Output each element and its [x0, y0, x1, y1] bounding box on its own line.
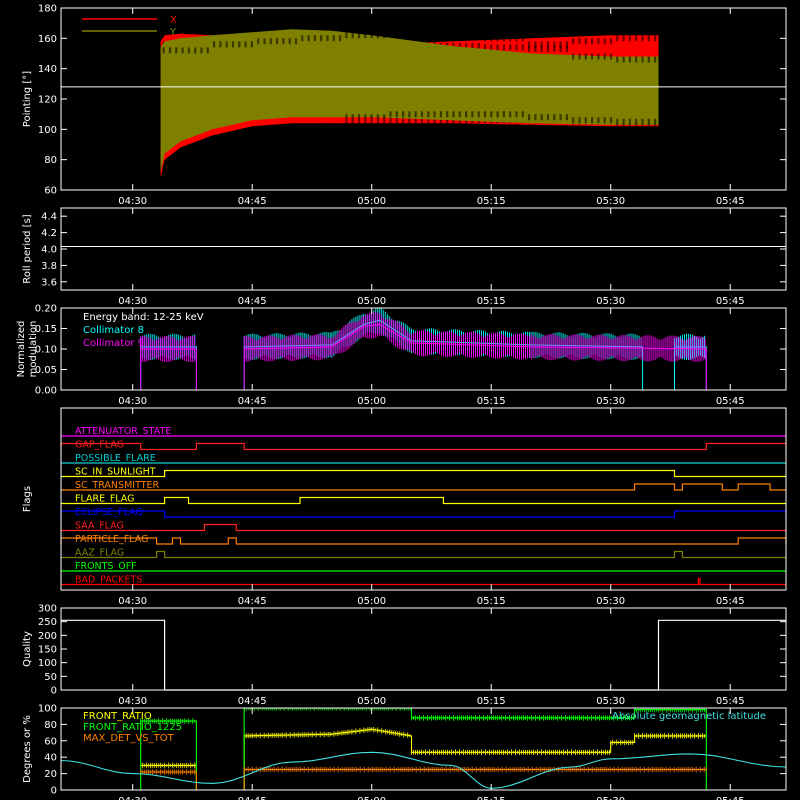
- panel-ratios-ytick-label: 60: [44, 736, 57, 747]
- flag-label-gap-flag: GAP_FLAG: [75, 440, 124, 451]
- panel-flags-xtick-label: 04:45: [238, 596, 267, 607]
- figure: XY 04:30 04:45 05:00 05:15 05:30 05:45 60 80 100 1…: [0, 0, 800, 800]
- panel-pointing-xtick-label: 05:45: [716, 196, 745, 207]
- panel-flags-xtick-label: 05:30: [596, 596, 625, 607]
- flag-label-saa-flag: SAA_FLAG: [75, 521, 124, 532]
- flag-label-sc-transmitter: SC_TRANSMITTER: [75, 480, 160, 491]
- panel-modulation-xtick-label: 04:30: [118, 396, 147, 407]
- panel-pointing-ytick-label: 180: [38, 4, 57, 15]
- panel-flags-ylabel: Flags: [22, 486, 33, 512]
- panel-quality-ytick-label: 0: [51, 686, 57, 697]
- panel-roll-xtick-label: 05:30: [596, 296, 625, 307]
- panel-roll-xtick-label: 04:45: [238, 296, 267, 307]
- panel-pointing-ytick-label: 120: [38, 95, 57, 106]
- flag-label-particle-flag: PARTICLE_FLAG: [75, 534, 148, 545]
- panel-pointing-ytick-label: 160: [38, 34, 57, 45]
- panel-modulation-xtick-label: 05:00: [357, 396, 386, 407]
- panel-modulation-ytick-label: 0.00: [35, 386, 57, 397]
- panel-flags-xtick-label: 05:15: [477, 596, 506, 607]
- panel-pointing-ytick-label: 140: [38, 64, 57, 75]
- flag-label-aaz-flag: AAZ_FLAG: [75, 548, 124, 559]
- legend-label-x: X: [170, 15, 177, 26]
- panel-quality-ylabel: Quality: [22, 631, 33, 667]
- panel-ratios-xtick-label: 05:00: [357, 796, 386, 800]
- flag-label-bad-packets: BAD_PACKETS: [75, 575, 142, 586]
- panel-roll-ytick-label: 4.4: [41, 212, 57, 223]
- panel-ratios-xtick-label: 05:30: [596, 796, 625, 800]
- panel-quality-xtick-label: 04:30: [118, 696, 147, 707]
- panel-modulation-xtick-label: 05:45: [716, 396, 745, 407]
- panel-modulation-xtick-label: 04:45: [238, 396, 267, 407]
- panel-pointing-ytick-label: 100: [38, 125, 57, 136]
- ratio-legend-front-ratio-1225: FRONT_RATIO_1225: [83, 722, 182, 733]
- legend-label-y: Y: [169, 27, 177, 38]
- panel-modulation-ytick-label: 0.20: [35, 304, 57, 315]
- flag-label-flare-flag: FLARE_FLAG: [75, 494, 135, 505]
- modulation-legend-energy-band: Energy band: 12-25 keV: [83, 312, 204, 323]
- panel-pointing-xtick-label: 04:30: [118, 196, 147, 207]
- panel-modulation-xtick-label: 05:30: [596, 396, 625, 407]
- panel-pointing-xtick-label: 05:30: [596, 196, 625, 207]
- panel-ratios-ytick-label: 80: [44, 720, 57, 731]
- panel-ratios-ylabel: Degrees or %: [22, 715, 33, 783]
- panel-quality-xtick-label: 05:15: [477, 696, 506, 707]
- panel-flags-xtick-label: 04:30: [118, 596, 147, 607]
- ratio-legend-geomagnetic-latitude: Absolute geomagnetic latitude: [612, 711, 766, 722]
- panel-roll-ytick-label: 3.8: [41, 261, 57, 272]
- ratio-legend-front-ratio: FRONT_RATIO: [83, 711, 152, 722]
- panel-quality-xtick-label: 04:45: [238, 696, 267, 707]
- panel-pointing-ylabel: Pointing [°]: [22, 71, 33, 127]
- panel-quality-ytick-label: 150: [38, 645, 57, 656]
- panel-quality-ytick-label: 50: [44, 672, 57, 683]
- flag-label-attenuator-state: ATTENUATOR_STATE: [75, 426, 171, 437]
- panel-roll-ytick-label: 3.6: [41, 277, 57, 288]
- panel-quality-ytick-label: 250: [38, 617, 57, 628]
- panel-pointing-xtick-label: 05:15: [477, 196, 506, 207]
- panel-roll-xtick-label: 05:00: [357, 296, 386, 307]
- panel-ratios-ytick-label: 0: [51, 786, 57, 797]
- panel-modulation-xtick-label: 05:15: [477, 396, 506, 407]
- panel-flags-xtick-label: 05:45: [716, 596, 745, 607]
- panel-roll-xtick-label: 05:15: [477, 296, 506, 307]
- flag-label-fronts-off: FRONTS_OFF: [75, 561, 137, 572]
- panel-roll-ylabel: Roll period [s]: [22, 214, 33, 283]
- panel-quality-xtick-label: 05:30: [596, 696, 625, 707]
- panel-ratios-xtick-label: 04:45: [238, 796, 267, 800]
- panel-ratios-ytick-label: 40: [44, 753, 57, 764]
- flag-label-eclipse-flag: ECLIPSE_FLAG: [75, 507, 143, 518]
- panel-quality-xtick-label: 05:45: [716, 696, 745, 707]
- panel-modulation-ylabel: Normalized: [16, 321, 27, 378]
- panel-modulation-ylabel: modulation: [28, 321, 39, 378]
- flag-label-possible-flare: POSSIBLE_FLARE: [75, 453, 156, 464]
- panel-ratios-xtick-label: 04:30: [118, 796, 147, 800]
- panel-flags-xtick-label: 05:00: [357, 596, 386, 607]
- panel-roll-ytick-label: 4.0: [41, 245, 57, 256]
- modulation-legend-collimator-8: Collimator 8: [83, 325, 144, 336]
- panel-roll-ytick-label: 4.2: [41, 228, 57, 239]
- panel-ratios-xtick-label: 05:15: [477, 796, 506, 800]
- panel-roll-xtick-label: 04:30: [118, 296, 147, 307]
- ratio-legend-max-det-vs-tot: MAX_DET_VS_TOT: [83, 733, 175, 744]
- panel-quality-ytick-label: 100: [38, 658, 57, 669]
- panel-pointing-xtick-label: 04:45: [238, 196, 267, 207]
- panel-ratios-ytick-label: 20: [44, 769, 57, 780]
- panel-ratios-xtick-label: 05:45: [716, 796, 745, 800]
- panel-quality-ytick-label: 300: [38, 604, 57, 615]
- panel-roll-xtick-label: 05:45: [716, 296, 745, 307]
- panel-pointing-ytick-label: 80: [44, 155, 57, 166]
- panel-ratios-ytick-label: 100: [38, 704, 57, 715]
- panel-quality-xtick-label: 05:00: [357, 696, 386, 707]
- modulation-legend-collimator-9: Collimator 9: [83, 338, 144, 349]
- panel-quality-ytick-label: 200: [38, 631, 57, 642]
- panel-pointing-ytick-label: 60: [44, 186, 57, 197]
- flag-label-sc-in-sunlight: SC_IN_SUNLIGHT: [75, 467, 156, 478]
- panel-pointing-xtick-label: 05:00: [357, 196, 386, 207]
